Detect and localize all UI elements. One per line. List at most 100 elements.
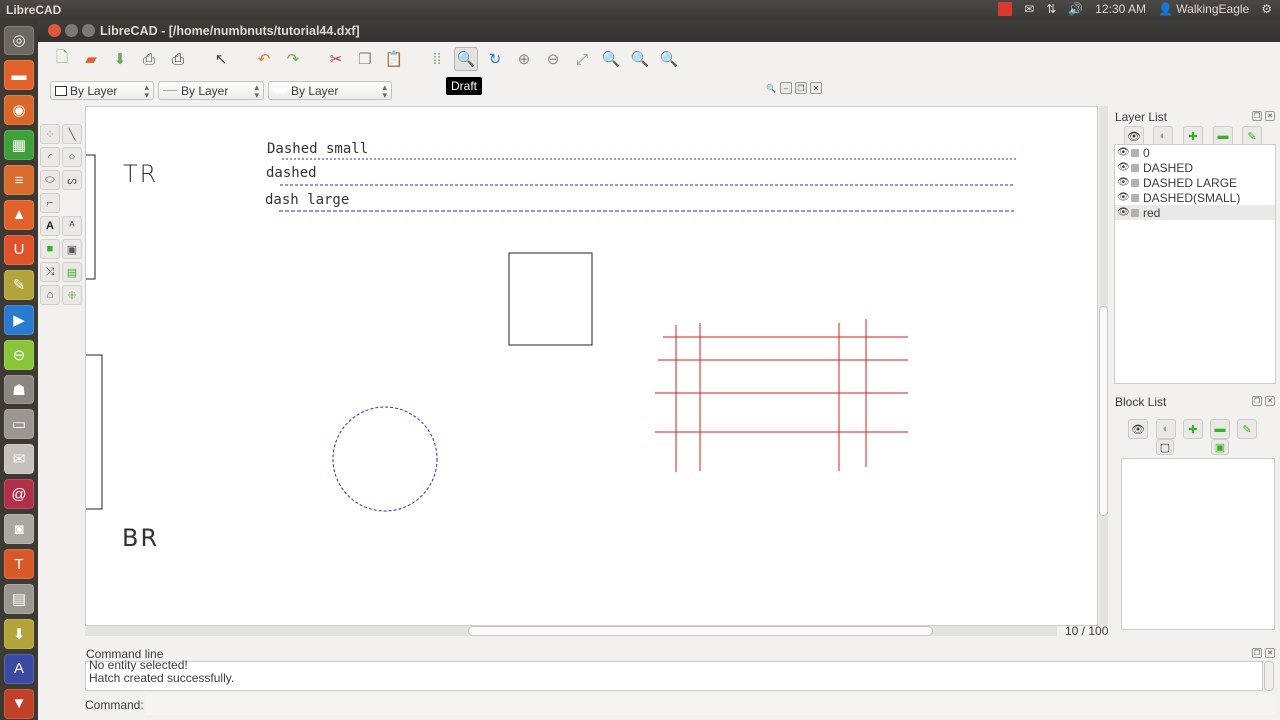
remove-layer-minus-icon[interactable]: ▬: [1213, 126, 1233, 146]
zoom-pan-button[interactable]: 🔍: [657, 47, 681, 71]
draft-button[interactable]: 🔍: [454, 47, 478, 71]
volume-icon[interactable]: 🔊: [1068, 2, 1083, 16]
launcher-camera[interactable]: ◙: [4, 514, 34, 545]
dimension-tool-icon[interactable]: ᴬ: [62, 216, 82, 236]
subwindow-close-button[interactable]: ✕: [810, 82, 822, 94]
ellipse-tool-icon[interactable]: ⬭: [40, 170, 60, 190]
launcher-scanner[interactable]: ▭: [4, 409, 34, 440]
pen-linewidth-select[interactable]: By Layer ▴ ▾: [268, 81, 392, 100]
layer-visible-eye-icon[interactable]: 👁: [1117, 192, 1130, 203]
launcher-dash-home[interactable]: ◎: [4, 25, 34, 56]
layer-lock-icon[interactable]: [1131, 193, 1139, 202]
zoom-out-button[interactable]: ⊖: [541, 47, 565, 71]
circle-tool-icon[interactable]: ○: [62, 147, 82, 167]
launcher-installer[interactable]: ⬇: [4, 618, 34, 649]
zoom-window-button[interactable]: 🔍: [628, 47, 652, 71]
create-block-icon[interactable]: ▢: [1156, 439, 1174, 455]
add-block-plus-icon[interactable]: ✚: [1183, 419, 1203, 439]
show-all-blocks-eye-icon[interactable]: 👁: [1128, 419, 1148, 439]
subwindow-restore-button[interactable]: ❐: [795, 82, 807, 94]
canvas-vertical-scrollbar[interactable]: [1099, 106, 1108, 626]
launcher-libreoffice-writer[interactable]: ≡: [4, 165, 34, 196]
launcher-system-tool[interactable]: T: [4, 549, 34, 579]
launcher-firefox[interactable]: ◉: [4, 95, 34, 126]
launcher-media-player[interactable]: ▶: [4, 304, 34, 335]
modify-tool-icon[interactable]: ⤨: [40, 262, 60, 282]
pen-linetype-select[interactable]: By Layer ▴ ▾: [158, 81, 264, 100]
zoom-magnifier-icon[interactable]: 🔍: [765, 82, 777, 94]
launcher-gparted[interactable]: ⊖: [4, 339, 34, 370]
undo-button[interactable]: ↶: [252, 47, 276, 71]
horizontal-scroll-thumb[interactable]: [468, 626, 933, 636]
cut-button[interactable]: ✂: [324, 47, 348, 71]
subwindow-minimize-button[interactable]: –: [780, 82, 792, 94]
layer-row[interactable]: 👁 0: [1115, 145, 1275, 160]
window-close-button[interactable]: [48, 24, 61, 37]
hide-all-layers-icon[interactable]: ◐: [1153, 126, 1173, 146]
user-menu[interactable]: 👤 WalkingEagle: [1158, 2, 1249, 16]
image-tool-icon[interactable]: ▣: [62, 239, 82, 259]
print-button[interactable]: ⎙: [137, 47, 161, 71]
edit-layer-icon[interactable]: ✎: [1242, 126, 1262, 146]
layer-visible-eye-icon[interactable]: 👁: [1117, 162, 1130, 173]
layer-visible-eye-icon[interactable]: 👁: [1117, 207, 1130, 218]
layer-row[interactable]: 👁 DASHED LARGE: [1115, 175, 1275, 190]
hatch-tool-icon[interactable]: ■: [40, 239, 60, 259]
window-titlebar[interactable]: LibreCAD - [/home/numbnuts/tutorial44.dx…: [38, 20, 1280, 42]
select-tool-icon[interactable]: ⁜: [62, 285, 82, 305]
layer-lock-icon[interactable]: [1131, 148, 1139, 157]
vertical-scroll-thumb[interactable]: [1099, 306, 1108, 516]
zoom-auto-button[interactable]: ⤢: [570, 47, 594, 71]
layer-visible-eye-icon[interactable]: 👁: [1117, 177, 1130, 188]
hide-all-blocks-icon[interactable]: ◐: [1156, 419, 1176, 439]
launcher-gimp[interactable]: ☗: [4, 374, 34, 405]
select-pointer-button[interactable]: ↖: [209, 47, 233, 71]
redraw-button[interactable]: ↻: [483, 47, 507, 71]
launcher-software-center[interactable]: ▲: [4, 200, 34, 230]
window-minimize-button[interactable]: [65, 24, 78, 37]
print-preview-button[interactable]: ⎙: [166, 47, 190, 71]
save-file-button[interactable]: ⬇: [108, 47, 132, 71]
layer-lock-icon[interactable]: [1131, 178, 1139, 187]
spline-tool-icon[interactable]: ᔕ: [62, 170, 82, 190]
network-icon[interactable]: ⇅: [1046, 2, 1056, 16]
command-history-scrollbar[interactable]: [1264, 661, 1274, 691]
command-panel-float-button[interactable]: ❐: [1252, 648, 1262, 658]
launcher-files[interactable]: ▬: [4, 60, 34, 91]
launcher-librecad[interactable]: ✎: [4, 269, 34, 300]
layer-visible-eye-icon[interactable]: 👁: [1117, 147, 1130, 158]
block-panel-float-button[interactable]: ❐: [1252, 396, 1262, 406]
edit-block-icon[interactable]: ✎: [1237, 419, 1257, 439]
line-tool-icon[interactable]: ╲: [62, 124, 82, 144]
point-tool-icon[interactable]: ⁘: [40, 124, 60, 144]
command-input[interactable]: [146, 695, 1276, 715]
launcher-ubuntu-one[interactable]: U: [4, 234, 34, 265]
layer-row[interactable]: 👁 DASHED(SMALL): [1115, 190, 1275, 205]
zoom-previous-button[interactable]: 🔍: [599, 47, 623, 71]
block-panel-close-button[interactable]: ✕: [1265, 396, 1275, 406]
layer-panel-float-button[interactable]: ❐: [1252, 111, 1262, 121]
zoom-in-button[interactable]: ⊕: [512, 47, 536, 71]
info-tool-icon[interactable]: ⌂: [40, 285, 60, 305]
open-file-button[interactable]: ▰: [79, 47, 103, 71]
record-indicator-icon[interactable]: [998, 2, 1013, 16]
launcher-shutter[interactable]: @: [4, 479, 34, 510]
layer-row[interactable]: 👁 DASHED: [1115, 160, 1275, 175]
layer-panel-close-button[interactable]: ✕: [1265, 111, 1275, 121]
launcher-trash[interactable]: ▼: [4, 688, 34, 719]
clock[interactable]: 12:30 AM: [1095, 2, 1146, 16]
text-tool-icon[interactable]: A: [40, 216, 60, 236]
add-layer-plus-icon[interactable]: ✚: [1183, 126, 1203, 146]
block-tool-icon[interactable]: ▤: [62, 262, 82, 282]
remove-block-minus-icon[interactable]: ▬: [1210, 419, 1230, 439]
launcher-video-editor[interactable]: ▤: [4, 584, 34, 614]
arc-tool-icon[interactable]: ◜: [40, 147, 60, 167]
new-file-button[interactable]: 🗋: [50, 47, 74, 71]
pen-color-select[interactable]: By Layer ▴ ▾: [50, 81, 154, 100]
grid-button[interactable]: ⁞⁞: [425, 47, 449, 71]
mail-icon[interactable]: ✉: [1024, 2, 1034, 16]
insert-block-icon[interactable]: ▣: [1211, 439, 1229, 455]
settings-gear-icon[interactable]: ⚙: [1261, 2, 1272, 16]
layer-row[interactable]: 👁 red: [1115, 205, 1275, 220]
redo-button[interactable]: ↷: [281, 47, 305, 71]
